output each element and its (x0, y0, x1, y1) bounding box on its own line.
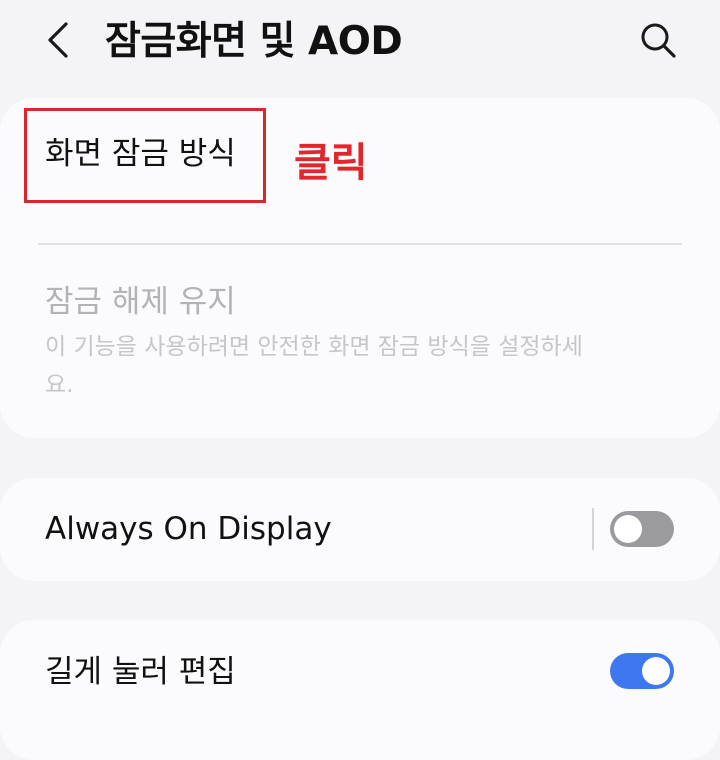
app-header: 잠금화면 및 AOD (0, 0, 720, 90)
aod-card: Always On Display (0, 478, 720, 581)
vertical-separator (592, 508, 594, 550)
keep-unlocked-description: 이 기능을 사용하려면 안전한 화면 잠금 방식을 설정하세요. (45, 334, 583, 398)
keep-unlocked-item: 잠금 해제 유지 이 기능을 사용하려면 안전한 화면 잠금 방식을 설정하세요… (0, 248, 720, 418)
lock-settings-card: 화면 잠금 방식 클릭 잠금 해제 유지 이 기능을 사용하려면 안전한 화면 … (0, 98, 720, 438)
screen-lock-type-item[interactable]: 화면 잠금 방식 클릭 (0, 98, 720, 243)
edit-card: 길게 눌러 편집 (0, 620, 720, 760)
toggle-knob (642, 657, 670, 685)
divider (38, 243, 682, 245)
click-annotation: 클릭 (294, 140, 368, 186)
aod-item[interactable]: Always On Display (0, 478, 720, 581)
keep-unlocked-title: 잠금 해제 유지 (45, 284, 236, 320)
long-press-edit-toggle[interactable] (610, 653, 674, 689)
search-icon (641, 23, 676, 58)
toggle-knob (614, 515, 642, 543)
long-press-edit-label: 길게 눌러 편집 (45, 654, 236, 690)
long-press-edit-item[interactable]: 길게 눌러 편집 (0, 620, 720, 730)
page-title: 잠금화면 및 AOD (105, 19, 403, 64)
aod-label: Always On Display (45, 511, 332, 547)
back-button[interactable] (40, 18, 80, 62)
chevron-left-icon (48, 22, 68, 58)
search-button[interactable] (636, 18, 680, 62)
aod-toggle[interactable] (610, 511, 674, 547)
highlight-box (24, 108, 266, 203)
